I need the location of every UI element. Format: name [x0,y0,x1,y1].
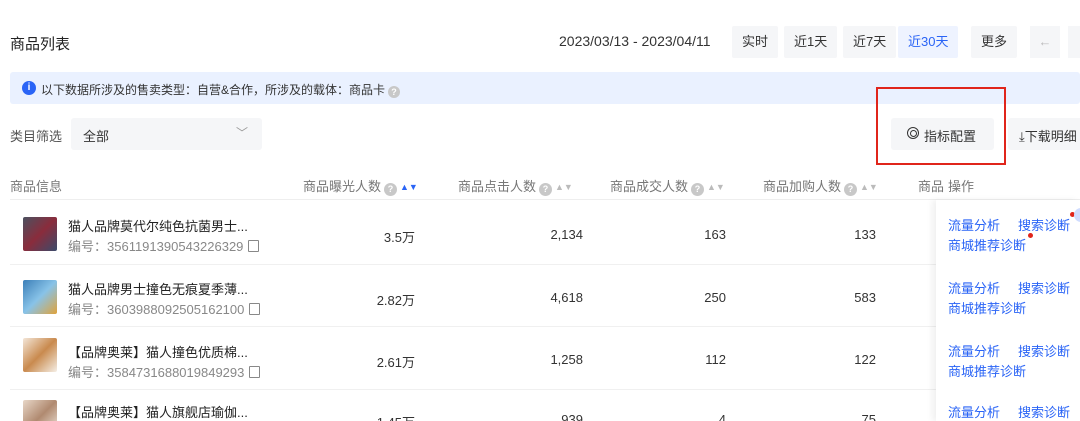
help-icon[interactable]: ? [384,183,398,196]
cell-deals: 112 [705,352,726,367]
category-select-value: 全部 [83,129,110,144]
product-name[interactable]: 【品牌奥莱】猫人撞色优质棉... [68,342,248,361]
category-filter-label: 类目筛选 [10,129,63,144]
download-detail-button[interactable]: ⤓下载明细 [1008,118,1080,150]
flow-analysis-link[interactable]: 流量分析 [948,215,1000,234]
row-divider [10,326,1080,327]
cell-clicks: 1,258 [550,352,583,367]
copy-icon[interactable] [249,303,261,315]
chevron-down-icon: ﹀ [235,126,248,140]
cell-exposure: 3.5万 [383,230,415,245]
sort-icon[interactable]: ▲▼ [707,182,725,192]
range-30day-button[interactable]: 近30天 [898,26,959,58]
col-header-operations: 操作 [948,179,975,194]
category-select[interactable]: 全部 ﹀ [71,118,262,150]
next-arrow-button[interactable] [1068,26,1080,58]
flow-analysis-link[interactable]: 流量分析 [948,341,1000,360]
help-icon[interactable]: ? [844,183,858,196]
recommend-diagnosis-link[interactable]: 商城推荐诊断 [948,298,1026,317]
download-label: 下载明细 [1024,129,1077,144]
search-diagnosis-link[interactable]: 搜索诊断 [1018,278,1070,297]
row-divider [10,264,1080,265]
col-header-exposure[interactable]: 商品曝光人数? ▲▼ [303,176,418,196]
cell-deals: 250 [704,290,726,305]
cell-carts: 122 [854,352,876,367]
range-7day-button[interactable]: 近7天 [843,26,897,58]
sort-icon[interactable]: ▲▼ [860,182,878,192]
search-diagnosis-link[interactable]: 搜索诊断 [1018,402,1070,421]
notice-text: 以下数据所涉及的售卖类型：自营&合作，所涉及的载体：商品卡 [41,83,386,97]
range-more-button[interactable]: 更多 [971,26,1018,58]
product-name[interactable]: 猫人品牌男士撞色无痕夏季薄... [68,279,248,298]
product-id: 编号：3561191390543226329 [68,236,260,255]
product-name[interactable]: 猫人品牌莫代尔纯色抗菌男士... [68,216,248,235]
product-thumbnail[interactable] [23,217,57,251]
col-header-truncated: 商品 [918,179,945,194]
help-icon[interactable]: ? [539,183,553,196]
info-icon: i [22,81,36,95]
cell-clicks: 939 [561,412,583,421]
cell-exposure: 1.45万 [377,412,415,421]
col-header-clicks[interactable]: 商品点击人数? ▲▼ [458,176,573,196]
col-header-carts[interactable]: 商品加购人数? ▲▼ [763,176,878,196]
product-id: 编号：3603988092505162100 [68,299,261,318]
cell-carts: 133 [854,227,876,242]
cell-carts: 75 [861,412,876,421]
range-realtime-button[interactable]: 实时 [732,26,779,58]
prev-arrow-icon[interactable]: ← [1030,26,1060,58]
highlight-annotation-box [876,87,1006,165]
copy-icon[interactable] [249,366,261,378]
flow-analysis-link[interactable]: 流量分析 [948,402,1000,421]
cell-deals: 4 [718,412,726,421]
product-thumbnail[interactable] [23,338,57,372]
header-divider [10,199,1080,200]
recommend-diagnosis-link[interactable]: 商城推荐诊断 [948,361,1026,380]
copy-icon[interactable] [248,240,260,252]
flow-analysis-link[interactable]: 流量分析 [948,278,1000,297]
search-diagnosis-link[interactable]: 搜索诊断 [1018,215,1070,234]
cell-clicks: 4,618 [550,290,583,305]
row-divider [10,389,1080,390]
notification-dot [1028,233,1033,238]
cell-exposure: 2.61万 [376,355,415,370]
page-title: 商品列表 [10,36,71,53]
cell-clicks: 2,134 [550,227,583,242]
date-range: 2023/03/13 - 2023/04/11 [559,33,711,49]
sort-icon[interactable]: ▲▼ [555,182,573,192]
cell-deals: 163 [704,227,726,242]
sort-icon[interactable]: ▲▼ [400,182,418,192]
recommend-diagnosis-link[interactable]: 商城推荐诊断 [948,235,1026,254]
product-id: 编号：3584731688019849293 [68,362,261,381]
product-thumbnail[interactable] [23,280,57,314]
help-icon[interactable]: ? [691,183,705,196]
search-diagnosis-link[interactable]: 搜索诊断 [1018,341,1070,360]
col-header-product-info: 商品信息 [10,179,63,194]
help-icon[interactable]: ? [388,86,401,98]
cell-carts: 583 [854,290,876,305]
cell-exposure: 2.82万 [376,293,415,308]
range-1day-button[interactable]: 近1天 [784,26,838,58]
product-thumbnail[interactable] [23,400,57,421]
col-header-deals[interactable]: 商品成交人数? ▲▼ [610,176,725,196]
product-name[interactable]: 【品牌奥莱】猫人旗舰店瑜伽... [68,402,248,421]
